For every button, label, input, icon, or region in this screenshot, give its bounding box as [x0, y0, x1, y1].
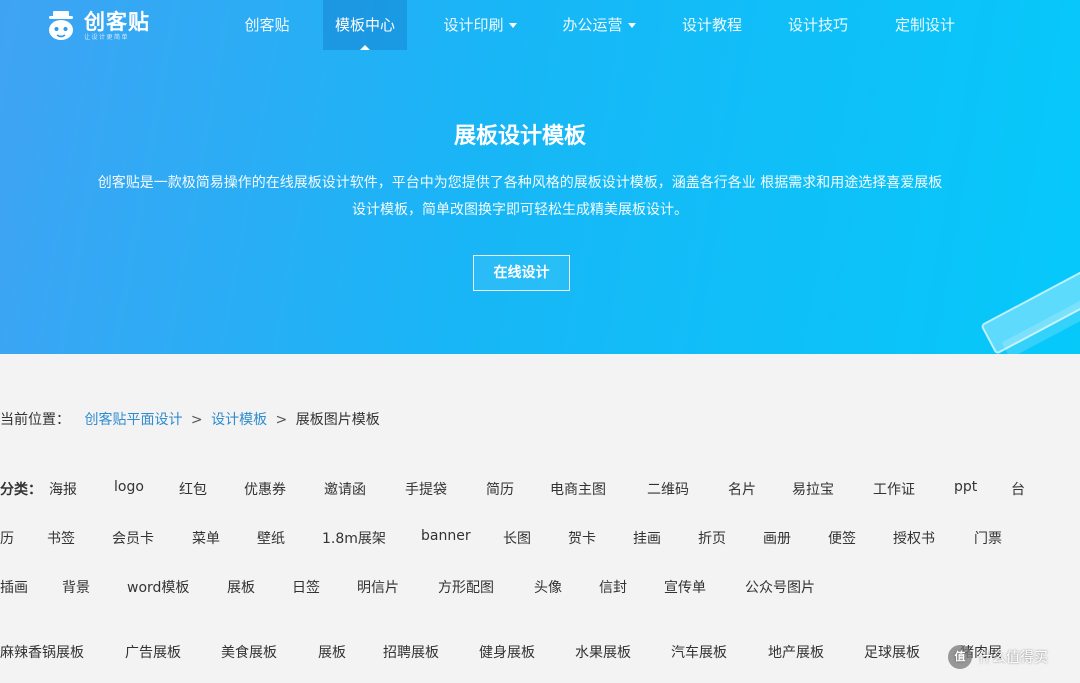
- category-tag[interactable]: 画册: [763, 528, 791, 548]
- hero-description-line: 设计模板，简单改图换字即可轻松生成精美展板设计。: [352, 202, 688, 218]
- nav-label: 定制设计: [894, 16, 955, 34]
- caret-down-icon: [627, 23, 636, 28]
- category-row: 插画 背景 word模板 展板 日签 明信片 方形配图 头像 信封 宣传单 公众…: [0, 577, 1080, 599]
- nav-item-chuangketie[interactable]: 创客贴: [228, 0, 306, 50]
- nav-label: 创客贴: [244, 16, 290, 34]
- category-tag[interactable]: 手提袋: [405, 479, 447, 499]
- category-tag[interactable]: 名片: [728, 479, 756, 499]
- category-tag[interactable]: 优惠券: [244, 479, 286, 499]
- category-tag[interactable]: 门票: [974, 528, 1002, 548]
- nav-item-office-ops[interactable]: 办公运营: [549, 0, 649, 50]
- category-tag[interactable]: ppt: [954, 479, 977, 495]
- subcategory-tag[interactable]: 美食展板: [221, 642, 277, 662]
- subcategory-tag[interactable]: 招聘展板: [383, 642, 439, 662]
- online-design-button[interactable]: 在线设计: [473, 255, 570, 291]
- logo-text: 创客贴: [84, 10, 150, 34]
- hero-description: 创客贴是一款极简易操作的在线展板设计软件，平台中为您提供了各种风格的展板设计模板…: [40, 170, 1000, 224]
- subcategory-tag[interactable]: 麻辣香锅展板: [0, 642, 84, 662]
- hero-banner: 创客贴 让设计更简单 创客贴 模板中心 设计印刷 办公运营 设计教程 设计技巧 …: [0, 0, 1080, 354]
- breadcrumb-current: 展板图片模板: [295, 412, 380, 428]
- category-tag[interactable]: 插画: [0, 577, 28, 597]
- category-tag[interactable]: 书签: [47, 528, 75, 548]
- category-label: 分类：: [0, 482, 42, 498]
- nav-item-design-print[interactable]: 设计印刷: [430, 0, 530, 50]
- subcategory-row: 麻辣香锅展板 广告展板 美食展板 展板 招聘展板 健身展板 水果展板 汽车展板 …: [0, 642, 1080, 664]
- category-tag[interactable]: 简历: [486, 479, 514, 499]
- active-pointer-icon: [360, 45, 370, 50]
- page-title: 展板设计模板: [453, 124, 586, 149]
- nav-item-custom-design[interactable]: 定制设计: [883, 0, 967, 50]
- category-tag[interactable]: 挂画: [633, 528, 661, 548]
- category-tag[interactable]: 授权书: [893, 528, 935, 548]
- category-tag[interactable]: word模板: [127, 577, 189, 597]
- hero-description-line: 创客贴是一款极简易操作的在线展板设计软件，平台中为您提供了各种风格的展板设计模板…: [97, 175, 943, 191]
- category-tag[interactable]: 便签: [828, 528, 856, 548]
- category-tag[interactable]: 信封: [599, 577, 627, 597]
- nav-label: 模板中心: [334, 16, 395, 34]
- category-tag[interactable]: 二维码: [647, 479, 689, 499]
- breadcrumb: 当前位置： 创客贴平面设计 > 设计模板 > 展板图片模板: [0, 409, 380, 429]
- subcategory-tag[interactable]: 汽车展板: [671, 642, 727, 662]
- category-tag[interactable]: 1.8m展架: [322, 528, 386, 548]
- caret-down-icon: [508, 23, 517, 28]
- nav-label: 办公运营: [562, 16, 623, 34]
- category-tag[interactable]: logo: [114, 479, 144, 495]
- nav-item-design-tutorial[interactable]: 设计教程: [670, 0, 754, 50]
- category-tag[interactable]: 背景: [62, 577, 90, 597]
- category-tag[interactable]: 明信片: [357, 577, 399, 597]
- category-row: 分类： 海报 logo 红包 优惠券 邀请函 手提袋 简历 电商主图 二维码 名…: [0, 479, 1080, 501]
- category-tag[interactable]: 邀请函: [324, 479, 366, 499]
- category-tag[interactable]: 工作证: [873, 479, 915, 499]
- category-tag[interactable]: 历: [0, 528, 14, 548]
- category-tag[interactable]: 红包: [179, 479, 207, 499]
- category-tag[interactable]: 长图: [503, 528, 531, 548]
- breadcrumb-link-templates[interactable]: 设计模板: [211, 412, 267, 428]
- category-tag[interactable]: 电商主图: [550, 479, 606, 499]
- category-tag[interactable]: 易拉宝: [792, 479, 834, 499]
- subcategory-tag[interactable]: 健身展板: [479, 642, 535, 662]
- category-tag[interactable]: 壁纸: [257, 528, 285, 548]
- subcategory-tag[interactable]: 广告展板: [125, 642, 181, 662]
- category-row: 历 书签 会员卡 菜单 壁纸 1.8m展架 banner 长图 贺卡 挂画 折页…: [0, 528, 1080, 550]
- category-tag[interactable]: 贺卡: [568, 528, 596, 548]
- nav-item-template-center[interactable]: 模板中心: [323, 0, 407, 50]
- category-tag[interactable]: 头像: [534, 577, 562, 597]
- category-tag[interactable]: 菜单: [192, 528, 220, 548]
- breadcrumb-separator: >: [275, 412, 288, 428]
- subcategory-tag[interactable]: 展板: [318, 642, 346, 662]
- category-tag[interactable]: banner: [421, 528, 471, 544]
- breadcrumb-separator: >: [190, 412, 203, 428]
- nav-label: 设计印刷: [443, 16, 504, 34]
- nav-label: 设计技巧: [787, 16, 848, 34]
- site-logo[interactable]: 创客贴 让设计更简单: [44, 8, 150, 44]
- category-tag[interactable]: 海报: [49, 479, 77, 499]
- breadcrumb-link-home[interactable]: 创客贴平面设计: [84, 412, 182, 428]
- category-tag[interactable]: 方形配图: [438, 577, 494, 597]
- breadcrumb-prefix: 当前位置：: [0, 412, 70, 428]
- category-tag[interactable]: 台: [1011, 479, 1025, 499]
- category-tag[interactable]: 会员卡: [112, 528, 154, 548]
- watermark-text: 什么值得买: [978, 650, 1048, 666]
- category-tag[interactable]: 宣传单: [664, 577, 706, 597]
- logo-tagline: 让设计更简单: [84, 34, 130, 41]
- category-tag[interactable]: 日签: [292, 577, 320, 597]
- category-tag[interactable]: 公众号图片: [745, 577, 815, 597]
- nav-label: 设计教程: [681, 16, 742, 34]
- subcategory-tag[interactable]: 水果展板: [575, 642, 631, 662]
- category-tag[interactable]: 折页: [698, 528, 726, 548]
- top-nav: 创客贴 让设计更简单 创客贴 模板中心 设计印刷 办公运营 设计教程 设计技巧 …: [0, 0, 1080, 50]
- nav-item-design-tips[interactable]: 设计技巧: [776, 0, 860, 50]
- watermark-badge-icon: 值: [948, 645, 972, 669]
- watermark: 值 什么值得买: [948, 642, 1048, 672]
- logo-mascot-icon: [49, 11, 73, 40]
- category-tag[interactable]: 展板: [227, 577, 255, 597]
- subcategory-tag[interactable]: 足球展板: [864, 642, 920, 662]
- subcategory-tag[interactable]: 地产展板: [768, 642, 824, 662]
